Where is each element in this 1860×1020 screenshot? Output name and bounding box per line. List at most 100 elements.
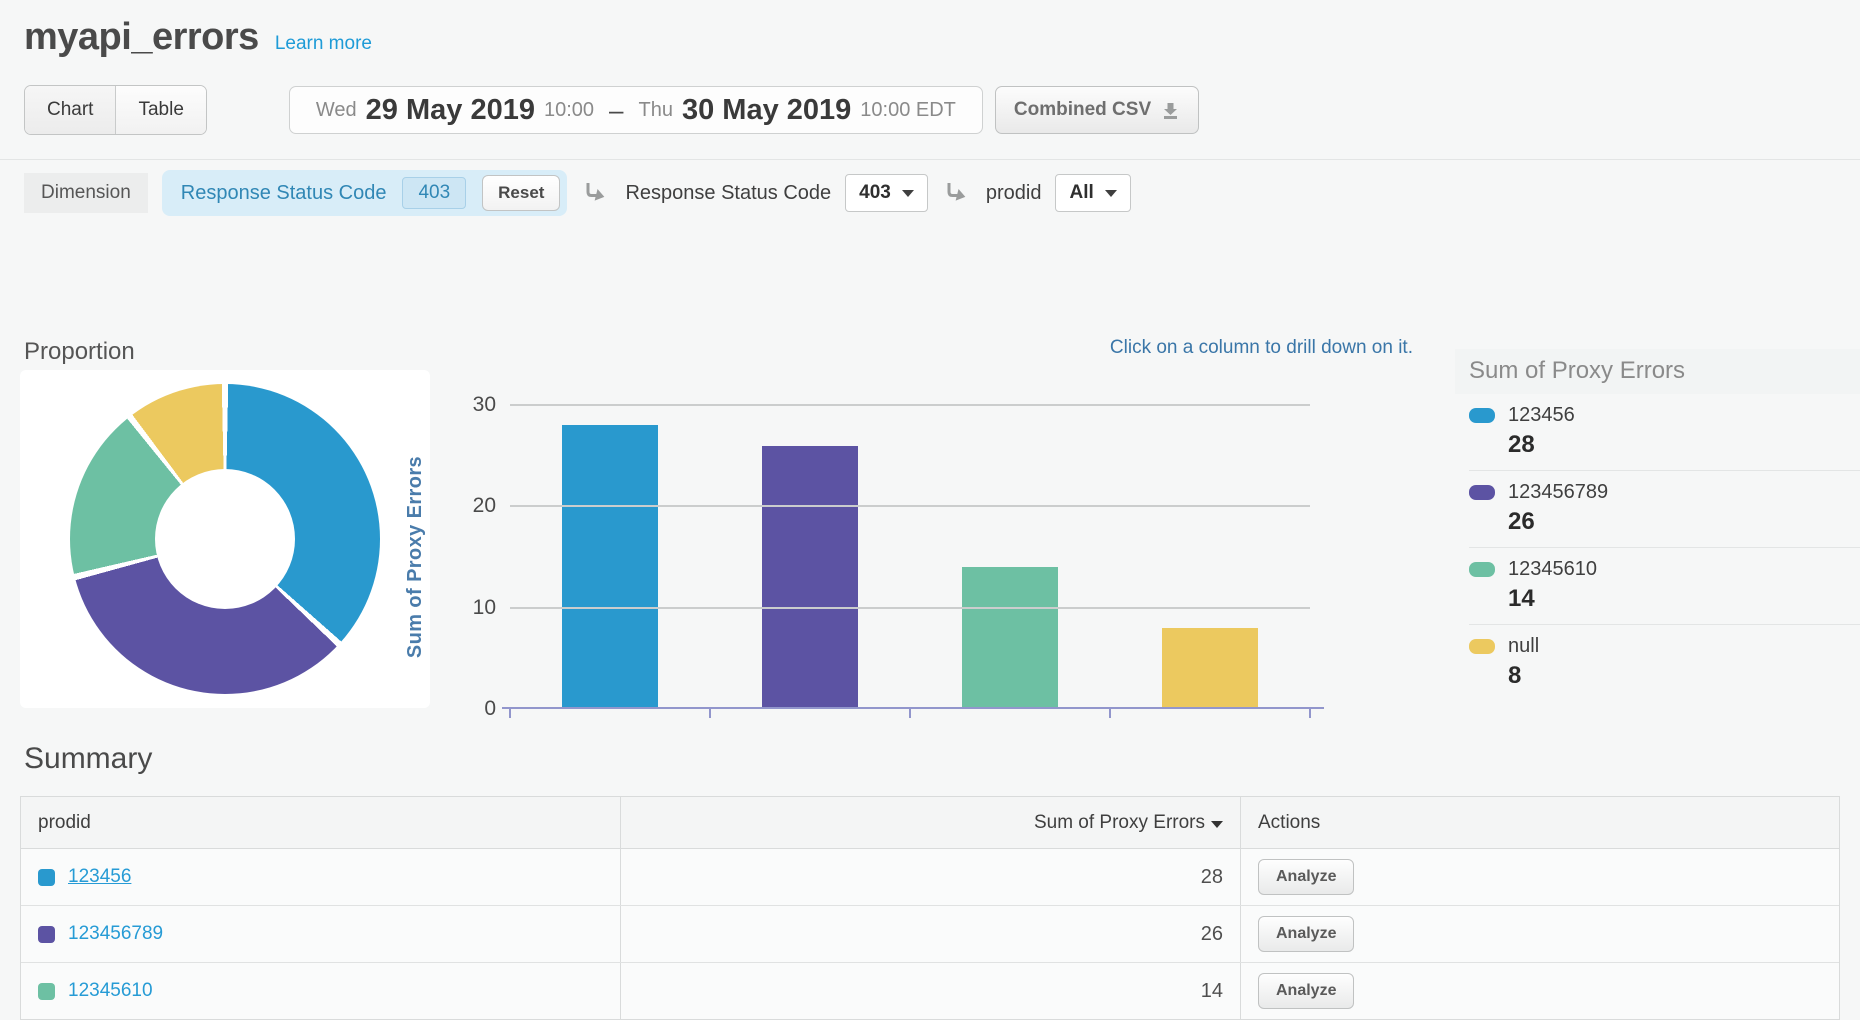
series-swatch: [38, 983, 55, 1000]
drilldown-arrow-icon: [583, 180, 609, 206]
titlebar: myapi_errors Learn more: [0, 0, 1860, 59]
sum-value-cell: 26: [621, 906, 1241, 962]
y-axis-label: Sum of Proxy Errors: [404, 405, 438, 709]
section-divider: [0, 159, 1860, 160]
analytics-page: myapi_errors Learn more Chart Table Wed …: [0, 0, 1860, 1020]
legend-title: Sum of Proxy Errors: [1455, 349, 1860, 394]
prodid-link[interactable]: 123456789: [68, 923, 163, 945]
table-header-row: prodid Sum of Proxy Errors Actions: [21, 797, 1839, 849]
table-row: 123456789 26 Analyze: [21, 905, 1839, 962]
gridline: [510, 404, 1310, 406]
active-filter-pill[interactable]: Response Status Code 403 Reset: [162, 170, 568, 216]
prodid-cell: 123456789: [21, 906, 621, 962]
drilldown-2-label: prodid: [986, 182, 1042, 205]
analyze-button[interactable]: Analyze: [1258, 916, 1354, 952]
legend-item: 12345678926: [1469, 470, 1860, 547]
end-day: Thu: [639, 99, 673, 122]
page-title: myapi_errors: [24, 16, 259, 59]
x-tick-mark: [709, 709, 711, 718]
end-time: 10:00 EDT: [860, 99, 956, 122]
bar[interactable]: [562, 425, 658, 709]
drilldown-2-value: All: [1069, 182, 1093, 204]
table-row: 123456 28 Analyze: [21, 849, 1839, 905]
analyze-button[interactable]: Analyze: [1258, 973, 1354, 1009]
legend-items: 12345628123456789261234561014null8: [1455, 394, 1860, 701]
chevron-down-icon: [902, 190, 914, 197]
learn-more-link[interactable]: Learn more: [275, 33, 372, 55]
gridline: [510, 607, 1310, 609]
series-swatch: [38, 869, 55, 886]
actions-cell: Analyze: [1241, 963, 1839, 1019]
chart-section: Proportion Click on a column to drill do…: [0, 216, 1860, 716]
bar[interactable]: [762, 446, 858, 709]
start-date: 29 May 2019: [366, 94, 535, 127]
legend-swatch: [1469, 408, 1495, 423]
legend-value: 28: [1508, 431, 1860, 459]
tab-table[interactable]: Table: [115, 86, 205, 134]
table-row: 12345610 14 Analyze: [21, 962, 1839, 1019]
legend-value: 26: [1508, 508, 1860, 536]
legend-value: 8: [1508, 662, 1860, 690]
x-tick-mark: [909, 709, 911, 718]
column-header-sum-sortable[interactable]: Sum of Proxy Errors: [621, 797, 1241, 848]
bar[interactable]: [962, 567, 1058, 709]
start-time: 10:00: [544, 99, 594, 122]
legend-swatch: [1469, 639, 1495, 654]
view-toggle: Chart Table: [24, 85, 207, 135]
sum-value-cell: 14: [621, 963, 1241, 1019]
y-tick-label: 20: [438, 494, 496, 518]
summary-table: prodid Sum of Proxy Errors Actions 12345…: [20, 796, 1840, 1020]
actions-cell: Analyze: [1241, 849, 1839, 905]
summary-title: Summary: [24, 742, 1860, 776]
date-range-picker[interactable]: Wed 29 May 2019 10:00 – Thu 30 May 2019 …: [289, 86, 983, 134]
sort-desc-icon: [1211, 821, 1223, 828]
download-icon: [1161, 101, 1180, 120]
date-range-separator: –: [609, 95, 623, 126]
y-tick-label: 10: [438, 596, 496, 620]
chevron-down-icon: [1105, 190, 1117, 197]
analyze-button[interactable]: Analyze: [1258, 859, 1354, 895]
legend-item: null8: [1469, 624, 1860, 701]
combined-csv-label: Combined CSV: [1014, 99, 1151, 121]
prodid-cell: 123456: [21, 849, 621, 905]
prodid-link[interactable]: 123456: [68, 866, 131, 888]
bar[interactable]: [1162, 628, 1258, 709]
filter-value: 403: [402, 177, 466, 209]
series-swatch: [38, 926, 55, 943]
bar-column-123456[interactable]: [510, 405, 710, 709]
actions-cell: Analyze: [1241, 906, 1839, 962]
y-tick-label: 0: [438, 697, 496, 721]
x-tick-mark: [509, 709, 511, 718]
proportion-card: [20, 370, 430, 708]
drilldown-arrow-icon: [944, 180, 970, 206]
bar-column-123456789[interactable]: [710, 405, 910, 709]
combined-csv-button[interactable]: Combined CSV: [995, 86, 1199, 134]
filter-name: Response Status Code: [181, 182, 387, 205]
dimension-bar: Dimension Response Status Code 403 Reset…: [24, 170, 1860, 216]
dimension-label: Dimension: [24, 173, 148, 213]
column-header-prodid: prodid: [21, 797, 621, 848]
prodid-link[interactable]: 12345610: [68, 980, 153, 1002]
drilldown-1-select[interactable]: 403: [845, 174, 928, 212]
drilldown-1-label: Response Status Code: [625, 182, 831, 205]
reset-filter-button[interactable]: Reset: [482, 175, 560, 211]
legend-swatch: [1469, 485, 1495, 500]
legend-item: 1234561014: [1469, 547, 1860, 624]
bar-series: [510, 405, 1310, 709]
drilldown-1-value: 403: [859, 182, 891, 204]
legend-swatch: [1469, 562, 1495, 577]
legend-value: 14: [1508, 585, 1860, 613]
chart-legend: Sum of Proxy Errors 12345628123456789261…: [1455, 349, 1860, 701]
drilldown-2-select[interactable]: All: [1055, 174, 1130, 212]
toolbar: Chart Table Wed 29 May 2019 10:00 – Thu …: [24, 85, 1860, 135]
bar-chart: 0102030: [510, 405, 1310, 709]
proportion-donut-chart: [70, 384, 380, 694]
bar-column-12345610[interactable]: [910, 405, 1110, 709]
x-tick-mark: [1109, 709, 1111, 718]
y-tick-label: 30: [438, 393, 496, 417]
prodid-cell: 12345610: [21, 963, 621, 1019]
sum-value-cell: 28: [621, 849, 1241, 905]
tab-chart[interactable]: Chart: [25, 86, 115, 134]
proportion-title: Proportion: [24, 338, 135, 366]
bar-column-null[interactable]: [1110, 405, 1310, 709]
